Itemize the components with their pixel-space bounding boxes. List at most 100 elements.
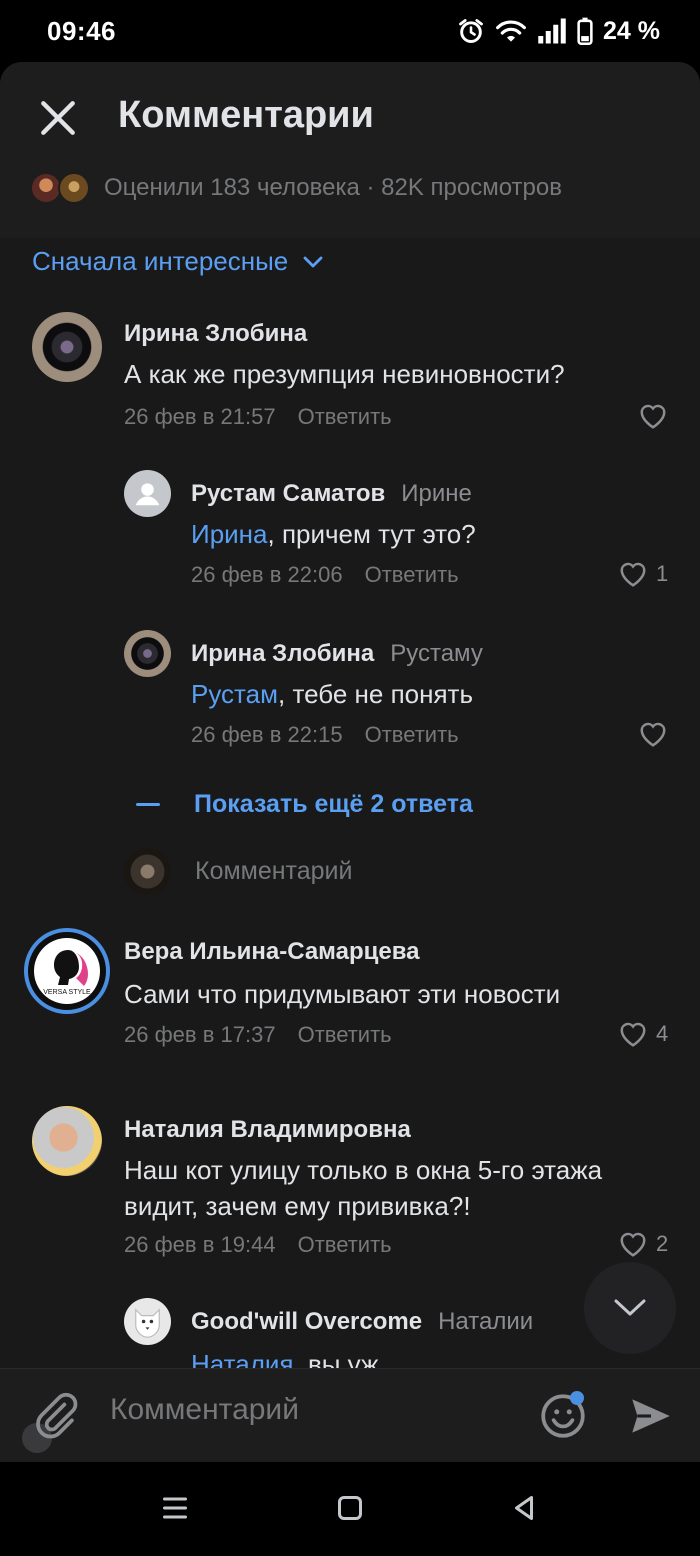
status-icons: 24 %: [457, 14, 660, 48]
comments-sheet: Комментарии Оценили 183 человека · 82K п…: [0, 62, 700, 1462]
paperclip-icon: [36, 1392, 78, 1439]
wifi-icon: [496, 20, 526, 42]
like-button[interactable]: [638, 402, 676, 430]
chevron-down-icon: [614, 1299, 646, 1316]
dash-icon: [136, 803, 160, 806]
page-title: Комментарии: [118, 94, 374, 136]
comment-date: 26 фев в 17:37: [124, 1022, 276, 1047]
comment-date: 26 фев в 21:57: [124, 404, 276, 429]
comment-text: Ирина, причем тут это?: [191, 519, 476, 549]
reply-to: Наталии: [438, 1308, 534, 1335]
menu-nav-button[interactable]: [157, 1490, 193, 1526]
sort-dropdown[interactable]: Сначала интересные: [32, 246, 324, 277]
reply-button[interactable]: Ответить: [365, 562, 459, 587]
comment-meta: 26 фев в 21:57 Ответить: [124, 404, 392, 430]
comment-item: Наталия Владимировна Наш кот улицу тольк…: [0, 1106, 700, 1276]
send-button[interactable]: [626, 1391, 676, 1441]
comment-input[interactable]: [110, 1393, 510, 1427]
like-count: 4: [656, 1021, 669, 1046]
comment-composer: [0, 1368, 700, 1462]
reply-to: Ирине: [401, 480, 472, 507]
comment-meta: 26 фев в 19:44 Ответить: [124, 1232, 392, 1258]
back-nav-button[interactable]: [506, 1490, 542, 1526]
comment-text: Рустам, тебе не понять: [191, 679, 474, 709]
battery-icon: [577, 17, 593, 45]
avatar[interactable]: [32, 1106, 102, 1176]
heart-icon: [640, 722, 666, 747]
comment-author[interactable]: Наталия Владимировна: [124, 1116, 411, 1144]
scroll-down-button[interactable]: [584, 1262, 676, 1354]
back-triangle-icon: [515, 1496, 533, 1520]
status-bar: 09:46 24 %: [0, 0, 700, 62]
avatar[interactable]: [124, 1298, 171, 1345]
home-nav-button[interactable]: [332, 1490, 368, 1526]
comment-author[interactable]: Ирина Злобина Рустаму: [191, 640, 483, 668]
comment-item: VERSA STYLE Вера Ильина-Самарцева Сами ч…: [0, 928, 700, 1068]
svg-text:VERSA STYLE: VERSA STYLE: [43, 989, 91, 996]
like-button[interactable]: [638, 720, 676, 748]
heart-icon: [620, 1022, 646, 1047]
dog-avatar-icon: [135, 1308, 160, 1338]
like-button[interactable]: 4: [618, 1020, 668, 1048]
likers-text: Оценили 183 человека · 82K просмотров: [104, 174, 562, 201]
mention-link[interactable]: Ирина: [191, 519, 268, 549]
comment-text: Наталия, вы уж: [191, 1346, 378, 1368]
likers-summary[interactable]: Оценили 183 человека · 82K просмотров: [30, 170, 562, 206]
show-more-label: Показать ещё 2 ответа: [194, 790, 473, 818]
user-placeholder-icon: [135, 483, 160, 506]
reply-to: Рустаму: [390, 640, 483, 667]
avatar[interactable]: [32, 312, 102, 382]
reply-button[interactable]: Ответить: [298, 404, 392, 429]
status-time: 09:46: [47, 16, 116, 46]
comment-date: 26 фев в 22:15: [191, 722, 343, 747]
system-nav-bar: [0, 1462, 700, 1556]
avatar[interactable]: [124, 630, 171, 677]
comment-meta: 26 фев в 22:15 Ответить: [191, 722, 459, 748]
notification-dot: [570, 1391, 584, 1405]
avatar[interactable]: [124, 470, 171, 517]
comment-author[interactable]: Good'will Overcome Наталии: [191, 1308, 533, 1336]
comment-date: 26 фев в 22:06: [191, 562, 343, 587]
send-icon: [632, 1399, 670, 1433]
comment-text: Наш кот улицу только в окна 5-го этажа в…: [124, 1155, 603, 1221]
attach-button[interactable]: [30, 1391, 80, 1441]
versa-style-logo: VERSA STYLE: [34, 938, 100, 1004]
thread-reply-field[interactable]: Комментарий: [124, 848, 352, 895]
comment-author[interactable]: Вера Ильина-Самарцева: [124, 938, 420, 966]
close-button[interactable]: [36, 96, 80, 140]
comment-reply: Ирина Злобина Рустаму Рустам, тебе не пон…: [0, 628, 700, 768]
comment-item: Ирина Злобина А как же презумпция невино…: [0, 310, 700, 450]
reply-button[interactable]: Ответить: [298, 1232, 392, 1257]
comment-meta: 26 фев в 17:37 Ответить: [124, 1022, 392, 1048]
comment-author[interactable]: Рустам Саматов Ирине: [191, 480, 472, 508]
like-count: 1: [656, 561, 669, 586]
close-icon: [41, 101, 75, 135]
like-button[interactable]: 2: [618, 1230, 668, 1258]
like-button[interactable]: 1: [618, 560, 668, 588]
heart-icon: [620, 1232, 646, 1257]
heart-icon: [640, 404, 666, 429]
menu-icon: [163, 1497, 187, 1519]
reply-button[interactable]: Ответить: [298, 1022, 392, 1047]
liker-avatar: [58, 172, 90, 204]
sort-label: Сначала интересные: [32, 246, 289, 276]
comments-header: Комментарии Оценили 183 человека · 82K п…: [0, 62, 700, 238]
avatar[interactable]: VERSA STYLE: [24, 928, 110, 1014]
chevron-down-icon: [303, 256, 323, 267]
my-avatar: [124, 848, 171, 895]
comment-reply: Рустам Саматов Ирине Ирина, причем тут эт…: [0, 468, 700, 608]
mention-link[interactable]: Рустам: [191, 679, 278, 709]
comment-meta: 26 фев в 22:06 Ответить: [191, 562, 459, 588]
comment-text: Сами что придумывают эти новости: [124, 979, 561, 1009]
heart-icon: [620, 562, 646, 587]
reply-placeholder: Комментарий: [195, 857, 353, 885]
mention-link[interactable]: Наталия: [191, 1349, 294, 1368]
alarm-icon: [459, 19, 483, 43]
comment-text: А как же презумпция невиновности?: [124, 359, 565, 389]
show-more-replies-button[interactable]: Показать ещё 2 ответа: [136, 790, 473, 819]
signal-icon: [538, 18, 566, 44]
comment-author[interactable]: Ирина Злобина: [124, 320, 307, 348]
battery-percent: 24 %: [603, 16, 660, 45]
reply-button[interactable]: Ответить: [365, 722, 459, 747]
like-count: 2: [656, 1231, 669, 1256]
